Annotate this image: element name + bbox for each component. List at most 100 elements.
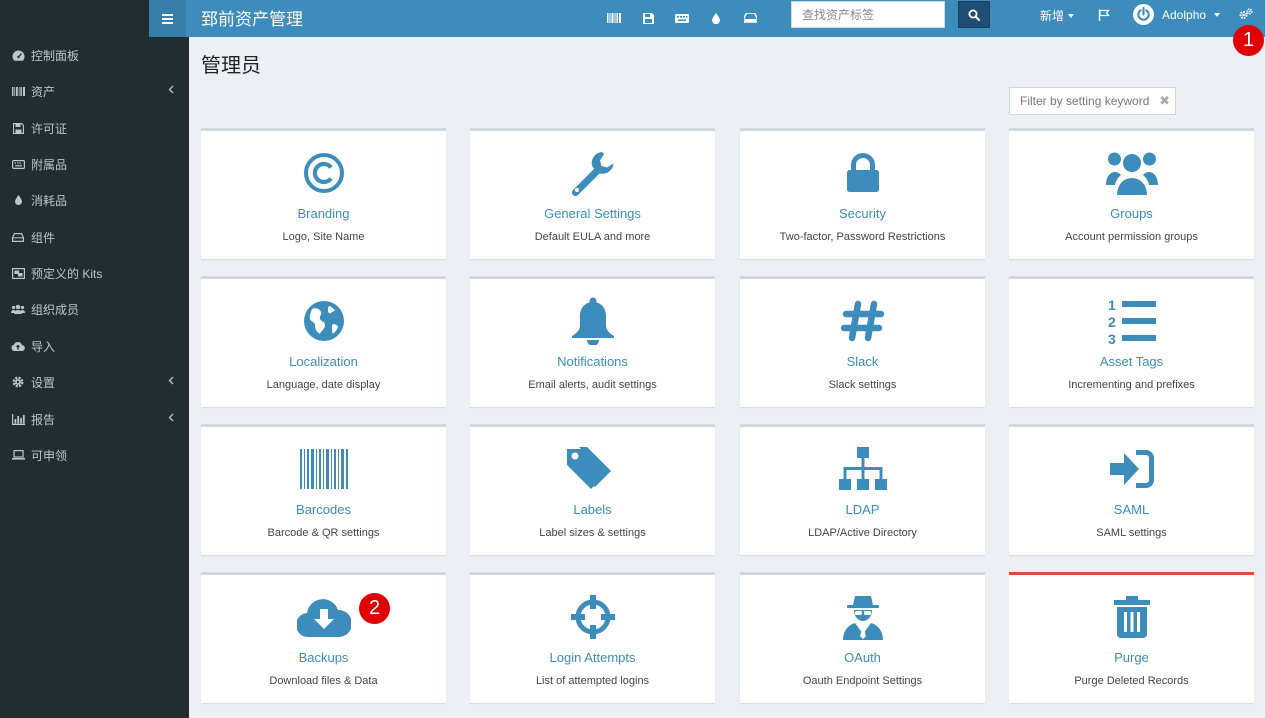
card-title: OAuth xyxy=(844,650,881,665)
sidebar-item-settings[interactable]: 设置 xyxy=(0,364,189,400)
sidebar-item-label: 组织成员 xyxy=(31,302,80,317)
settings-card-localization[interactable]: Localization Language, date display xyxy=(201,276,446,407)
quick-links xyxy=(604,8,760,28)
sidebar-item-licenses[interactable]: 许可证 xyxy=(0,110,189,146)
settings-card-security[interactable]: Security Two-factor, Password Restrictio… xyxy=(740,128,985,259)
lock-icon xyxy=(740,147,985,199)
user-dropdown[interactable]: Adolpho xyxy=(1133,4,1221,25)
sidebar-item-label: 消耗品 xyxy=(31,193,68,208)
sidebar-item-requestable[interactable]: 可申领 xyxy=(0,437,189,473)
copyright-icon xyxy=(201,147,446,199)
search-button[interactable] xyxy=(958,1,990,28)
card-description: SAML settings xyxy=(1096,527,1167,539)
card-title: General Settings xyxy=(544,206,641,221)
search-input[interactable] xyxy=(791,1,945,28)
settings-card-groups[interactable]: Groups Account permission groups xyxy=(1009,128,1254,259)
sidebar-item-label: 导入 xyxy=(31,339,56,354)
svg-text:1: 1 xyxy=(1108,297,1116,313)
settings-card-labels[interactable]: Labels Label sizes & settings xyxy=(470,424,715,555)
card-description: List of attempted logins xyxy=(535,675,650,687)
card-title: Slack xyxy=(846,354,879,369)
avatar xyxy=(1133,4,1154,25)
wrench-icon xyxy=(470,147,715,199)
settings-card-notifications[interactable]: Notifications Email alerts, audit settin… xyxy=(470,276,715,407)
svg-text:2: 2 xyxy=(1108,314,1116,330)
app-title[interactable]: 郅前资产管理 xyxy=(201,5,303,30)
sidebar-item-import[interactable]: 导入 xyxy=(0,328,189,364)
admin-settings-button[interactable] xyxy=(1239,7,1253,25)
bell-icon xyxy=(470,295,715,347)
card-title: Notifications xyxy=(557,354,628,369)
user-name: Adolpho xyxy=(1162,7,1207,22)
sidebar-item-consumables[interactable]: 消耗品 xyxy=(0,182,189,218)
sidebar: 控制面板 资产 许可证 附属品 消耗品 组件 预定义的 Kits 组织成员 导入… xyxy=(0,37,189,718)
accessories-keyboard-icon[interactable] xyxy=(672,8,692,28)
sidebar-item-assets[interactable]: 资产 xyxy=(0,73,189,109)
svg-text:3: 3 xyxy=(1108,331,1116,345)
barcode-icon xyxy=(201,443,446,495)
card-title: Login Attempts xyxy=(549,650,636,665)
users-icon xyxy=(1009,147,1254,199)
cog-icon xyxy=(11,375,25,389)
settings-card-login-attempts[interactable]: Login Attempts List of attempted logins xyxy=(470,572,715,703)
settings-card-branding[interactable]: Branding Logo, Site Name xyxy=(201,128,446,259)
step-badge-2: 2 xyxy=(359,593,390,624)
sidebar-item-accessories[interactable]: 附属品 xyxy=(0,146,189,182)
sidebar-item-components[interactable]: 组件 xyxy=(0,219,189,255)
sidebar-toggle-button[interactable] xyxy=(149,0,186,37)
clear-filter-icon[interactable]: ✖ xyxy=(1159,93,1170,109)
consumables-tint-icon[interactable] xyxy=(706,8,726,28)
card-description: Label sizes & settings xyxy=(539,527,646,539)
settings-filter-input[interactable] xyxy=(1010,88,1150,114)
card-title: LDAP xyxy=(845,502,880,517)
chevron-left-icon xyxy=(168,85,174,94)
chevron-left-icon xyxy=(168,413,174,422)
card-description: Two-factor, Password Restrictions xyxy=(779,231,946,243)
card-title: Barcodes xyxy=(296,502,351,517)
settings-card-purge[interactable]: Purge Purge Deleted Records xyxy=(1009,572,1254,703)
users-icon xyxy=(11,302,25,316)
licenses-save-icon[interactable] xyxy=(638,8,658,28)
new-label: 新增 xyxy=(1040,9,1065,23)
settings-filter: ✖ xyxy=(1009,87,1176,115)
settings-card-asset-tags[interactable]: 123 Asset Tags Incrementing and prefixes xyxy=(1009,276,1254,407)
settings-card-backups[interactable]: Backups Download files & Data xyxy=(201,572,446,703)
brand-area xyxy=(0,0,149,37)
sidebar-item-label: 控制面板 xyxy=(31,48,80,63)
settings-card-barcodes[interactable]: Barcodes Barcode & QR settings xyxy=(201,424,446,555)
card-description: Incrementing and prefixes xyxy=(1068,379,1195,391)
settings-card-saml[interactable]: SAML SAML settings xyxy=(1009,424,1254,555)
sidebar-item-label: 资产 xyxy=(31,84,56,99)
new-dropdown[interactable]: 新增 xyxy=(1040,7,1075,24)
tags-icon xyxy=(470,443,715,495)
assets-barcode-icon[interactable] xyxy=(604,8,624,28)
sidebar-item-label: 可申领 xyxy=(31,448,68,463)
page-title: 管理员 xyxy=(201,55,261,77)
card-description: Logo, Site Name xyxy=(282,231,365,243)
sidebar-item-people[interactable]: 组织成员 xyxy=(0,291,189,327)
user-secret-icon xyxy=(740,591,985,643)
sidebar-item-dashboard[interactable]: 控制面板 xyxy=(0,37,189,73)
sidebar-item-label: 报告 xyxy=(31,412,56,427)
dashboard-icon xyxy=(11,48,25,62)
components-hdd-icon[interactable] xyxy=(740,8,760,28)
card-title: Labels xyxy=(573,502,612,517)
hashtag-icon xyxy=(740,295,985,347)
settings-card-slack[interactable]: Slack Slack settings xyxy=(740,276,985,407)
card-description: Account permission groups xyxy=(1065,231,1198,243)
card-title: Security xyxy=(839,206,886,221)
card-title: Backups xyxy=(298,650,349,665)
card-description: Email alerts, audit settings xyxy=(528,379,657,391)
sidebar-item-reports[interactable]: 报告 xyxy=(0,401,189,437)
card-description: Default EULA and more xyxy=(534,231,651,243)
object-group-icon xyxy=(11,266,25,280)
save-icon xyxy=(11,121,25,135)
sidebar-item-kits[interactable]: 预定义的 Kits xyxy=(0,255,189,291)
settings-card-oauth[interactable]: OAuth Oauth Endpoint Settings xyxy=(740,572,985,703)
sitemap-icon xyxy=(740,443,985,495)
card-description: Barcode & QR settings xyxy=(267,527,380,539)
settings-card-general[interactable]: General Settings Default EULA and more xyxy=(470,128,715,259)
flag-icon[interactable] xyxy=(1098,8,1110,26)
settings-card-ldap[interactable]: LDAP LDAP/Active Directory xyxy=(740,424,985,555)
laptop-icon xyxy=(11,448,25,462)
